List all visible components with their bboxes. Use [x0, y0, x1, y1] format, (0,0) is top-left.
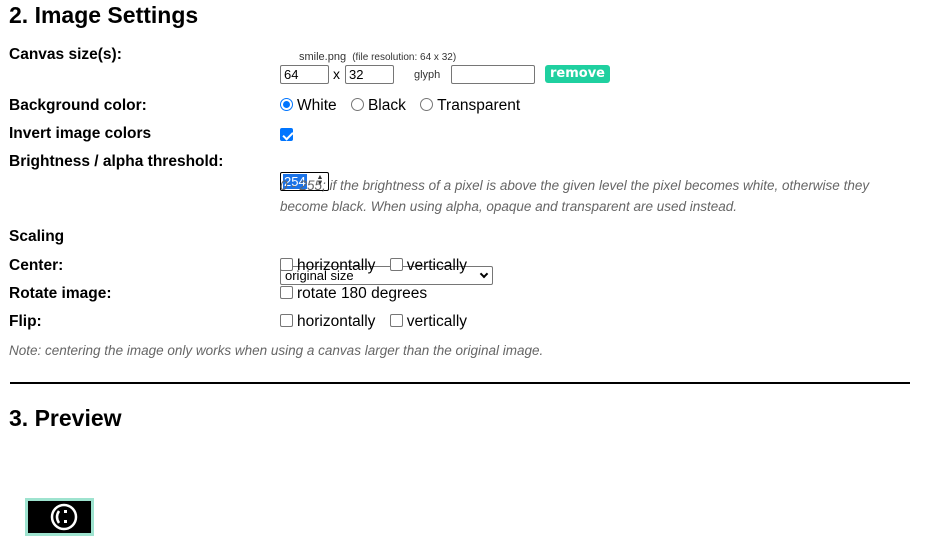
- radio-transparent[interactable]: Transparent: [420, 97, 520, 114]
- rotate-label: Rotate image:: [9, 285, 112, 302]
- canvas-height-input[interactable]: [345, 65, 394, 84]
- size-separator: x: [333, 66, 340, 82]
- background-color-label: Background color:: [9, 97, 147, 114]
- flip-label: Flip:: [9, 313, 42, 330]
- section-title-preview: 3. Preview: [9, 405, 122, 431]
- brightness-label: Brightness / alpha threshold:: [9, 153, 224, 170]
- checkbox-icon[interactable]: [280, 314, 293, 327]
- flip-vertical-label: vertically: [406, 313, 468, 330]
- canvas-width-input[interactable]: [280, 65, 329, 84]
- brightness-help-line: 0 - 255; if the brightness of a pixel is…: [280, 178, 870, 193]
- radio-transparent-label: Transparent: [437, 97, 521, 114]
- radio-selected-icon[interactable]: [280, 98, 293, 111]
- section-title-image-settings: 2. Image Settings: [9, 2, 199, 28]
- center-options: horizontally vertically: [280, 257, 467, 275]
- radio-unselected-icon[interactable]: [420, 98, 434, 111]
- checkbox-icon[interactable]: [280, 258, 293, 271]
- radio-black[interactable]: Black: [350, 97, 406, 114]
- brightness-help-line: become black. When using alpha, opaque a…: [280, 199, 738, 214]
- background-color-options: White Black Transparent: [280, 97, 520, 115]
- center-horizontal-label: horizontally: [297, 257, 376, 274]
- invert-colors-label: Invert image colors: [9, 125, 152, 142]
- checkbox-icon[interactable]: [280, 286, 293, 299]
- smiley-icon: [50, 503, 78, 531]
- checkbox-icon[interactable]: [389, 314, 403, 327]
- remove-button[interactable]: remove: [545, 65, 610, 83]
- glyph-input[interactable]: [451, 65, 535, 84]
- chevron-down-icon: [479, 269, 489, 279]
- center-label: Center:: [9, 257, 64, 274]
- radio-unselected-icon[interactable]: [350, 98, 364, 111]
- invert-colors-checkbox[interactable]: [280, 128, 293, 141]
- flip-horizontal-option[interactable]: horizontally: [280, 313, 375, 330]
- file-info: smile.png (file resolution: 64 x 32): [299, 51, 456, 63]
- flip-options: horizontally vertically: [280, 313, 467, 331]
- center-horizontal-option[interactable]: horizontally: [280, 257, 375, 274]
- glyph-label: glyph: [414, 69, 441, 81]
- file-name: smile.png: [299, 51, 347, 63]
- file-resolution: (file resolution: 64 x 32): [352, 52, 457, 63]
- brightness-help: 0 - 255; if the brightness of a pixel is…: [280, 175, 869, 217]
- center-vertical-option[interactable]: vertically: [389, 257, 468, 274]
- rotate-option-label: rotate 180 degrees: [297, 285, 428, 302]
- radio-black-label: Black: [367, 97, 406, 114]
- section-divider: [10, 382, 910, 384]
- canvas-size-label: Canvas size(s):: [9, 46, 122, 63]
- flip-horizontal-label: horizontally: [297, 313, 376, 330]
- checkbox-icon[interactable]: [389, 258, 403, 271]
- flip-vertical-option[interactable]: vertically: [389, 313, 468, 330]
- preview-canvas: [25, 498, 94, 536]
- radio-white-label: White: [297, 97, 337, 114]
- center-vertical-label: vertically: [406, 257, 468, 274]
- scaling-label: Scaling: [9, 228, 65, 245]
- centering-note: Note: centering the image only works whe…: [9, 343, 544, 358]
- radio-white[interactable]: White: [280, 97, 337, 114]
- rotate-option[interactable]: rotate 180 degrees: [280, 285, 427, 303]
